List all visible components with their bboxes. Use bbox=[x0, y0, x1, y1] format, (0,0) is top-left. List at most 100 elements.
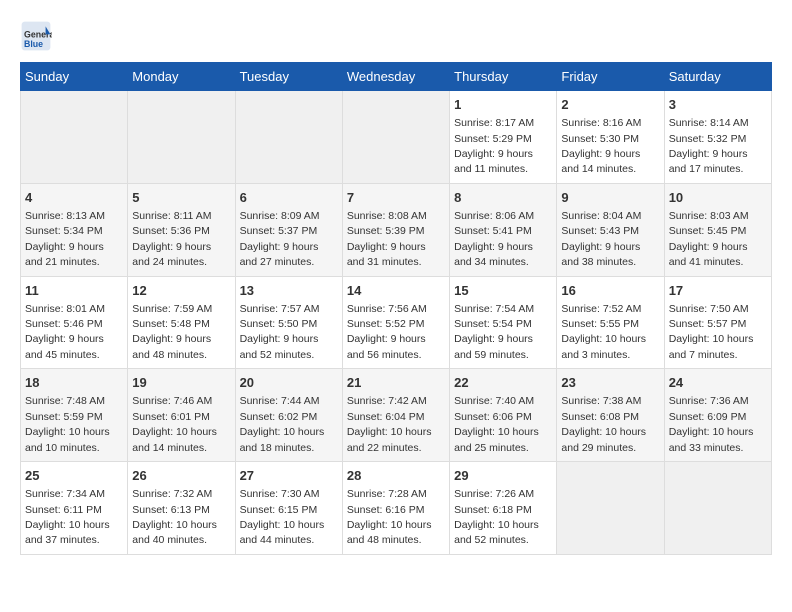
day-number: 22 bbox=[454, 374, 552, 392]
day-number: 24 bbox=[669, 374, 767, 392]
calendar-cell bbox=[21, 91, 128, 184]
calendar-cell: 4 Sunrise: 8:13 AM Sunset: 5:34 PM Daylig… bbox=[21, 183, 128, 276]
weekday-header-thursday: Thursday bbox=[450, 63, 557, 91]
day-info: Sunrise: 8:06 AM Sunset: 5:41 PM Dayligh… bbox=[454, 210, 534, 268]
day-info: Sunrise: 8:08 AM Sunset: 5:39 PM Dayligh… bbox=[347, 210, 427, 268]
day-info: Sunrise: 7:52 AM Sunset: 5:55 PM Dayligh… bbox=[561, 303, 646, 361]
day-info: Sunrise: 7:50 AM Sunset: 5:57 PM Dayligh… bbox=[669, 303, 754, 361]
day-info: Sunrise: 7:54 AM Sunset: 5:54 PM Dayligh… bbox=[454, 303, 534, 361]
day-number: 27 bbox=[240, 467, 338, 485]
day-number: 12 bbox=[132, 282, 230, 300]
day-number: 13 bbox=[240, 282, 338, 300]
calendar-cell: 25 Sunrise: 7:34 AM Sunset: 6:11 PM Dayli… bbox=[21, 462, 128, 555]
day-info: Sunrise: 7:30 AM Sunset: 6:15 PM Dayligh… bbox=[240, 488, 325, 546]
weekday-header-friday: Friday bbox=[557, 63, 664, 91]
day-info: Sunrise: 7:48 AM Sunset: 5:59 PM Dayligh… bbox=[25, 395, 110, 453]
day-info: Sunrise: 7:26 AM Sunset: 6:18 PM Dayligh… bbox=[454, 488, 539, 546]
day-info: Sunrise: 8:03 AM Sunset: 5:45 PM Dayligh… bbox=[669, 210, 749, 268]
day-number: 3 bbox=[669, 96, 767, 114]
weekday-header-tuesday: Tuesday bbox=[235, 63, 342, 91]
weekday-header-wednesday: Wednesday bbox=[342, 63, 449, 91]
weekday-header-sunday: Sunday bbox=[21, 63, 128, 91]
calendar-cell bbox=[664, 462, 771, 555]
calendar-cell bbox=[128, 91, 235, 184]
calendar-cell: 16 Sunrise: 7:52 AM Sunset: 5:55 PM Dayli… bbox=[557, 276, 664, 369]
day-info: Sunrise: 7:46 AM Sunset: 6:01 PM Dayligh… bbox=[132, 395, 217, 453]
calendar-cell: 22 Sunrise: 7:40 AM Sunset: 6:06 PM Dayli… bbox=[450, 369, 557, 462]
calendar-cell: 18 Sunrise: 7:48 AM Sunset: 5:59 PM Dayli… bbox=[21, 369, 128, 462]
day-number: 2 bbox=[561, 96, 659, 114]
day-number: 10 bbox=[669, 189, 767, 207]
calendar-cell: 24 Sunrise: 7:36 AM Sunset: 6:09 PM Dayli… bbox=[664, 369, 771, 462]
day-number: 17 bbox=[669, 282, 767, 300]
calendar-cell: 14 Sunrise: 7:56 AM Sunset: 5:52 PM Dayli… bbox=[342, 276, 449, 369]
calendar-cell bbox=[557, 462, 664, 555]
day-info: Sunrise: 7:42 AM Sunset: 6:04 PM Dayligh… bbox=[347, 395, 432, 453]
day-number: 1 bbox=[454, 96, 552, 114]
day-number: 25 bbox=[25, 467, 123, 485]
calendar-cell: 2 Sunrise: 8:16 AM Sunset: 5:30 PM Daylig… bbox=[557, 91, 664, 184]
calendar-cell: 9 Sunrise: 8:04 AM Sunset: 5:43 PM Daylig… bbox=[557, 183, 664, 276]
calendar-cell: 20 Sunrise: 7:44 AM Sunset: 6:02 PM Dayli… bbox=[235, 369, 342, 462]
calendar-cell: 8 Sunrise: 8:06 AM Sunset: 5:41 PM Daylig… bbox=[450, 183, 557, 276]
calendar-cell: 1 Sunrise: 8:17 AM Sunset: 5:29 PM Daylig… bbox=[450, 91, 557, 184]
day-info: Sunrise: 8:01 AM Sunset: 5:46 PM Dayligh… bbox=[25, 303, 105, 361]
day-info: Sunrise: 7:44 AM Sunset: 6:02 PM Dayligh… bbox=[240, 395, 325, 453]
svg-text:Blue: Blue bbox=[24, 39, 43, 49]
day-number: 23 bbox=[561, 374, 659, 392]
day-info: Sunrise: 7:57 AM Sunset: 5:50 PM Dayligh… bbox=[240, 303, 320, 361]
day-number: 16 bbox=[561, 282, 659, 300]
calendar-cell: 5 Sunrise: 8:11 AM Sunset: 5:36 PM Daylig… bbox=[128, 183, 235, 276]
day-number: 26 bbox=[132, 467, 230, 485]
calendar-cell: 6 Sunrise: 8:09 AM Sunset: 5:37 PM Daylig… bbox=[235, 183, 342, 276]
day-info: Sunrise: 8:14 AM Sunset: 5:32 PM Dayligh… bbox=[669, 117, 749, 175]
day-info: Sunrise: 8:09 AM Sunset: 5:37 PM Dayligh… bbox=[240, 210, 320, 268]
calendar-cell: 11 Sunrise: 8:01 AM Sunset: 5:46 PM Dayli… bbox=[21, 276, 128, 369]
day-number: 5 bbox=[132, 189, 230, 207]
day-number: 14 bbox=[347, 282, 445, 300]
calendar-cell: 27 Sunrise: 7:30 AM Sunset: 6:15 PM Dayli… bbox=[235, 462, 342, 555]
day-info: Sunrise: 7:28 AM Sunset: 6:16 PM Dayligh… bbox=[347, 488, 432, 546]
day-number: 19 bbox=[132, 374, 230, 392]
day-info: Sunrise: 8:13 AM Sunset: 5:34 PM Dayligh… bbox=[25, 210, 105, 268]
calendar-cell: 19 Sunrise: 7:46 AM Sunset: 6:01 PM Dayli… bbox=[128, 369, 235, 462]
day-info: Sunrise: 8:04 AM Sunset: 5:43 PM Dayligh… bbox=[561, 210, 641, 268]
calendar-cell: 7 Sunrise: 8:08 AM Sunset: 5:39 PM Daylig… bbox=[342, 183, 449, 276]
day-number: 18 bbox=[25, 374, 123, 392]
calendar-cell: 26 Sunrise: 7:32 AM Sunset: 6:13 PM Dayli… bbox=[128, 462, 235, 555]
calendar-cell: 28 Sunrise: 7:28 AM Sunset: 6:16 PM Dayli… bbox=[342, 462, 449, 555]
day-number: 4 bbox=[25, 189, 123, 207]
day-number: 29 bbox=[454, 467, 552, 485]
day-number: 21 bbox=[347, 374, 445, 392]
day-info: Sunrise: 8:17 AM Sunset: 5:29 PM Dayligh… bbox=[454, 117, 534, 175]
day-info: Sunrise: 8:11 AM Sunset: 5:36 PM Dayligh… bbox=[132, 210, 211, 268]
day-info: Sunrise: 7:40 AM Sunset: 6:06 PM Dayligh… bbox=[454, 395, 539, 453]
day-number: 8 bbox=[454, 189, 552, 207]
day-number: 11 bbox=[25, 282, 123, 300]
calendar-cell: 17 Sunrise: 7:50 AM Sunset: 5:57 PM Dayli… bbox=[664, 276, 771, 369]
weekday-header-saturday: Saturday bbox=[664, 63, 771, 91]
calendar-cell: 13 Sunrise: 7:57 AM Sunset: 5:50 PM Dayli… bbox=[235, 276, 342, 369]
calendar-table: SundayMondayTuesdayWednesdayThursdayFrid… bbox=[20, 62, 772, 555]
calendar-cell: 15 Sunrise: 7:54 AM Sunset: 5:54 PM Dayli… bbox=[450, 276, 557, 369]
day-number: 6 bbox=[240, 189, 338, 207]
day-info: Sunrise: 7:34 AM Sunset: 6:11 PM Dayligh… bbox=[25, 488, 110, 546]
calendar-cell: 10 Sunrise: 8:03 AM Sunset: 5:45 PM Dayli… bbox=[664, 183, 771, 276]
day-number: 28 bbox=[347, 467, 445, 485]
day-number: 7 bbox=[347, 189, 445, 207]
calendar-cell: 23 Sunrise: 7:38 AM Sunset: 6:08 PM Dayli… bbox=[557, 369, 664, 462]
logo-icon: General Blue bbox=[20, 20, 52, 52]
calendar-cell: 3 Sunrise: 8:14 AM Sunset: 5:32 PM Daylig… bbox=[664, 91, 771, 184]
day-number: 9 bbox=[561, 189, 659, 207]
day-info: Sunrise: 7:36 AM Sunset: 6:09 PM Dayligh… bbox=[669, 395, 754, 453]
calendar-cell: 21 Sunrise: 7:42 AM Sunset: 6:04 PM Dayli… bbox=[342, 369, 449, 462]
logo: General Blue bbox=[20, 20, 56, 52]
calendar-cell bbox=[342, 91, 449, 184]
day-info: Sunrise: 7:56 AM Sunset: 5:52 PM Dayligh… bbox=[347, 303, 427, 361]
day-info: Sunrise: 7:38 AM Sunset: 6:08 PM Dayligh… bbox=[561, 395, 646, 453]
day-number: 20 bbox=[240, 374, 338, 392]
day-number: 15 bbox=[454, 282, 552, 300]
day-info: Sunrise: 7:32 AM Sunset: 6:13 PM Dayligh… bbox=[132, 488, 217, 546]
day-info: Sunrise: 7:59 AM Sunset: 5:48 PM Dayligh… bbox=[132, 303, 212, 361]
day-info: Sunrise: 8:16 AM Sunset: 5:30 PM Dayligh… bbox=[561, 117, 641, 175]
